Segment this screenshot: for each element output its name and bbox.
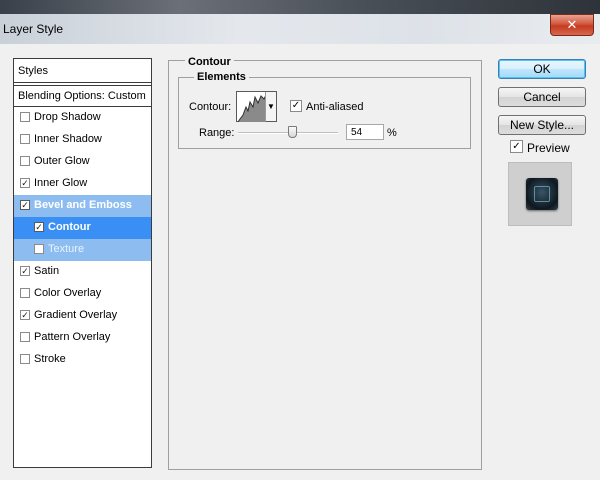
close-icon: ✕ [566,17,578,32]
style-item-label: Pattern Overlay [34,331,111,343]
range-label: Range: [199,127,235,139]
style-item-label: Inner Shadow [34,133,102,145]
style-item-stroke[interactable]: Stroke [14,349,151,371]
style-item-label: Outer Glow [34,155,90,167]
texture-checkbox[interactable] [34,244,44,254]
outer-glow-checkbox[interactable] [20,156,30,166]
range-unit: % [387,127,397,139]
panel-group-title: Contour [185,56,234,68]
style-preview [508,162,572,226]
color-overlay-checkbox[interactable] [20,288,30,298]
preview-checkbox[interactable]: ✓ [510,140,523,153]
style-item-label: Contour [48,221,91,233]
ok-button[interactable]: OK [498,59,586,79]
preview-thumbnail-inner [534,186,550,202]
elements-group-title: Elements [194,71,249,83]
inner-shadow-checkbox[interactable] [20,134,30,144]
contour-label: Contour: [189,101,232,113]
range-slider-thumb[interactable] [287,126,297,138]
drop-shadow-checkbox[interactable] [20,112,30,122]
style-item-pattern-overlay[interactable]: Pattern Overlay [14,327,151,349]
satin-checkbox[interactable]: ✓ [20,266,30,276]
cancel-button[interactable]: Cancel [498,87,586,107]
style-item-label: Inner Glow [34,177,88,189]
style-item-label: Color Overlay [34,287,102,299]
styles-header[interactable]: Styles [14,59,151,83]
style-item-gradient-overlay[interactable]: ✓ Gradient Overlay [14,305,151,327]
pattern-overlay-checkbox[interactable] [20,332,30,342]
window-title: Layer Style [3,22,64,36]
contour-curve-icon [238,94,266,122]
new-style-button[interactable]: New Style... [498,115,586,135]
stroke-checkbox[interactable] [20,354,30,364]
anti-aliased-checkbox[interactable]: ✓ [290,100,302,112]
style-item-label: Bevel and Emboss [34,199,132,211]
layer-style-dialog: Layer Style ✕ Styles Blending Options: C… [0,0,600,480]
blending-options-item[interactable]: Blending Options: Custom [14,85,151,107]
style-item-label: Gradient Overlay [34,309,118,321]
contour-checkbox[interactable]: ✓ [34,222,44,232]
close-button[interactable]: ✕ [550,14,594,36]
style-item-drop-shadow[interactable]: Drop Shadow [14,107,151,129]
preview-label: Preview [527,141,570,155]
preview-thumbnail [526,178,558,210]
title-bar-top-strip [0,0,600,14]
style-item-satin[interactable]: ✓ Satin [14,261,151,283]
style-item-inner-shadow[interactable]: Inner Shadow [14,129,151,151]
style-item-label: Drop Shadow [34,111,101,123]
anti-aliased-label: Anti-aliased [306,101,364,113]
inner-glow-checkbox[interactable]: ✓ [20,178,30,188]
style-item-inner-glow[interactable]: ✓ Inner Glow [14,173,151,195]
contour-dropdown-arrow[interactable]: ▼ [265,92,276,121]
style-item-contour[interactable]: ✓ Contour [14,217,151,239]
style-item-texture[interactable]: Texture [14,239,151,261]
style-item-label: Satin [34,265,60,277]
bevel-and-emboss-checkbox[interactable]: ✓ [20,200,30,210]
style-item-color-overlay[interactable]: Color Overlay [14,283,151,305]
chevron-down-icon: ▼ [267,102,275,111]
gradient-overlay-checkbox[interactable]: ✓ [20,310,30,320]
style-item-label: Stroke [34,353,66,365]
title-bar-band [0,14,600,44]
range-input[interactable]: 54 [346,124,384,140]
styles-list: Styles Blending Options: Custom Drop Sha… [13,58,152,468]
style-item-bevel-and-emboss[interactable]: ✓ Bevel and Emboss [14,195,151,217]
title-bar: Layer Style ✕ [0,0,600,44]
style-item-outer-glow[interactable]: Outer Glow [14,151,151,173]
style-item-label: Texture [48,243,85,255]
